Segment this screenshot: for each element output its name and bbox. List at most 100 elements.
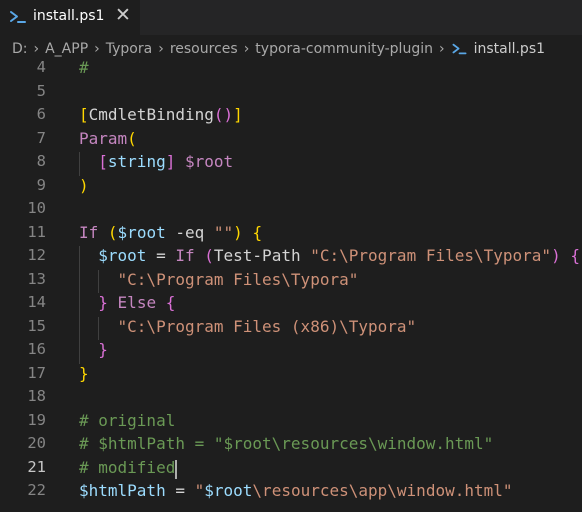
code-line[interactable]: 6 [CmdletBinding()] bbox=[0, 105, 582, 129]
code-token: "" bbox=[213, 222, 234, 242]
code-line[interactable]: 5 bbox=[0, 82, 582, 106]
code-line[interactable]: 16 } bbox=[0, 340, 582, 364]
code-line[interactable]: 11 If ($root -eq "") { bbox=[0, 223, 582, 247]
code-token: $htmlPath bbox=[79, 481, 166, 500]
code-line[interactable]: 15 "C:\Program Files (x86)\Typora" bbox=[0, 317, 582, 341]
code-text: } bbox=[79, 364, 89, 383]
line-number: 14 bbox=[27, 293, 46, 311]
code-token: { bbox=[165, 293, 176, 312]
code-line[interactable]: 9) bbox=[0, 176, 582, 200]
line-number: 21 bbox=[27, 457, 46, 476]
code-line[interactable]: 7 Param( bbox=[0, 129, 582, 153]
line-number: 19 bbox=[27, 410, 46, 429]
breadcrumb-separator: › bbox=[33, 41, 40, 57]
code-token: # bbox=[79, 61, 89, 77]
tab-bar: install.ps1 ✕ bbox=[0, 0, 582, 35]
code-line[interactable]: 8 [string] $root bbox=[0, 152, 582, 176]
code-line[interactable]: 12 $root = If (Test-Path "C:\Program Fil… bbox=[0, 246, 582, 270]
tab-label: install.ps1 bbox=[33, 8, 105, 24]
code-line[interactable]: 4 # bbox=[0, 61, 582, 82]
code-line[interactable]: 20 # $htmlPath = "$root\resources\window.… bbox=[0, 434, 582, 458]
code-token: ) bbox=[551, 246, 561, 265]
code-line[interactable]: 13 "C:\Program Files\Typora" bbox=[0, 270, 582, 294]
code-line[interactable]: 19 # original bbox=[0, 411, 582, 435]
breadcrumb: D: › A_APP › Typora › resources › typora-communi… bbox=[0, 35, 582, 61]
line-number: 9 bbox=[36, 175, 46, 194]
code-token: Test-Path bbox=[213, 246, 301, 265]
code-token: [ bbox=[98, 152, 108, 171]
code-token: } bbox=[98, 293, 108, 312]
code-token: = bbox=[146, 246, 176, 265]
code-token: "C:\Program Files\Typora" bbox=[310, 246, 552, 265]
code-token: # original bbox=[79, 410, 176, 430]
code-token: $root bbox=[184, 152, 234, 171]
breadcrumb-file[interactable]: install.ps1 bbox=[474, 41, 545, 57]
line-number: 22 bbox=[27, 481, 46, 499]
code-token: string bbox=[107, 152, 166, 171]
code-text: $htmlPath = "$root\resources\app\window.… bbox=[79, 481, 513, 500]
code-token: ( bbox=[204, 246, 214, 265]
line-number: 12 bbox=[27, 246, 46, 264]
line-number: 5 bbox=[36, 81, 46, 100]
code-line[interactable]: 14 } Else { bbox=[0, 293, 582, 317]
powershell-file-icon bbox=[452, 43, 467, 55]
code-line[interactable]: 17} bbox=[0, 364, 582, 388]
line-number: 16 bbox=[27, 340, 46, 358]
tab-install-ps1[interactable]: install.ps1 ✕ bbox=[0, 0, 140, 35]
line-number: 20 bbox=[27, 434, 46, 452]
code-token: $root bbox=[117, 222, 166, 242]
code-token: ( bbox=[107, 222, 118, 242]
code-token: # modified bbox=[79, 457, 176, 477]
code-token: } bbox=[79, 363, 89, 383]
code-token: () bbox=[213, 105, 234, 124]
code-text: "C:\Program Files (x86)\Typora" bbox=[79, 316, 417, 336]
code-line[interactable]: 18 bbox=[0, 387, 582, 411]
code-text: # modified bbox=[79, 458, 175, 477]
indent-guide bbox=[79, 152, 80, 176]
code-token: Param bbox=[79, 128, 128, 148]
code-text: [CmdletBinding()] bbox=[79, 105, 243, 124]
code-token: If bbox=[79, 222, 99, 242]
line-number: 10 bbox=[27, 199, 46, 217]
code-token: $root bbox=[98, 246, 147, 265]
code-token: "C:\Program Files (x86)\Typora" bbox=[117, 316, 417, 336]
code-line[interactable]: 22 $htmlPath = "$root\resources\app\windo… bbox=[0, 481, 582, 505]
breadcrumb-item[interactable]: Typora bbox=[106, 41, 152, 57]
close-icon[interactable]: ✕ bbox=[115, 5, 131, 25]
code-line[interactable]: 21 # modified bbox=[0, 458, 582, 482]
code-text: # bbox=[79, 61, 89, 77]
code-text: # $htmlPath = "$root\resources\window.ht… bbox=[79, 434, 493, 453]
code-token: # $htmlPath = "$root\resources\window.ht… bbox=[79, 434, 494, 453]
breadcrumb-item[interactable]: A_APP bbox=[45, 41, 88, 57]
breadcrumb-separator: › bbox=[243, 41, 250, 57]
code-token: $root bbox=[204, 481, 253, 500]
breadcrumb-separator: › bbox=[158, 41, 164, 57]
code-token: " bbox=[194, 481, 205, 500]
code-text: } Else { bbox=[79, 293, 175, 312]
code-token: } bbox=[98, 340, 108, 359]
code-token: = bbox=[165, 481, 195, 500]
code-editor[interactable]: 4 #5 6 [CmdletBinding()] 7 Param(8 [string] $… bbox=[0, 61, 582, 512]
code-text: } bbox=[79, 340, 108, 359]
line-number: 4 bbox=[36, 61, 46, 76]
code-text: [string] $root bbox=[79, 152, 233, 171]
breadcrumb-item[interactable]: resources bbox=[170, 41, 238, 57]
code-token: ] bbox=[233, 105, 243, 124]
text-cursor bbox=[175, 459, 178, 479]
breadcrumb-item[interactable]: D: bbox=[12, 41, 28, 57]
code-token: { bbox=[570, 246, 580, 265]
line-number: 11 bbox=[27, 222, 46, 241]
line-number: 18 bbox=[27, 387, 46, 405]
code-token: { bbox=[252, 222, 263, 242]
code-line[interactable]: 10 bbox=[0, 199, 582, 223]
indent-guide bbox=[98, 269, 100, 293]
breadcrumb-item[interactable]: typora-community-plugin bbox=[255, 41, 433, 57]
code-text: Param( bbox=[79, 129, 137, 148]
code-token: \resources\app\window.html" bbox=[252, 481, 513, 500]
